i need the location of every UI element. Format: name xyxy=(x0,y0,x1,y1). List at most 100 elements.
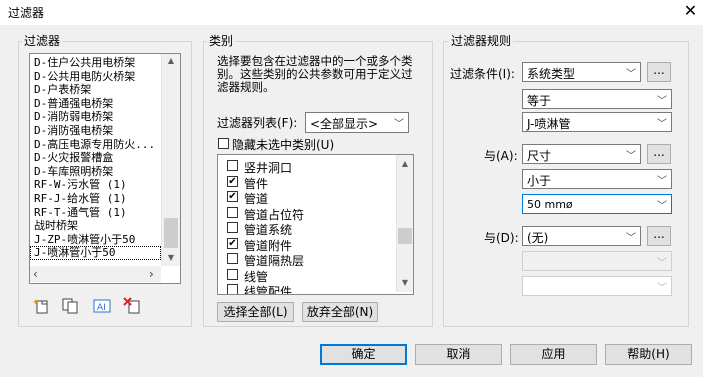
category-item[interactable]: 线管 xyxy=(218,267,396,284)
chevron-down-icon: ﹀ xyxy=(626,69,636,80)
chevron-down-icon: ﹀ xyxy=(657,258,667,269)
filter-list-item[interactable]: D-消防弱电桥架 xyxy=(30,110,161,124)
close-icon[interactable]: ✕ xyxy=(678,0,703,24)
chevron-down-icon: ﹀ xyxy=(657,96,667,107)
category-checkbox[interactable] xyxy=(227,253,238,264)
new-filter-icon[interactable]: ✦ xyxy=(31,297,51,315)
chevron-down-icon: ﹀ xyxy=(657,176,667,187)
category-checkbox-checked[interactable]: ✔ xyxy=(227,175,238,187)
and1-param-value: 尺寸 xyxy=(527,149,552,163)
filters-list[interactable]: D-住户公共用电桥架 D-公共用电防火桥架 D-户表桥架 D-普通强电桥架 D-消防弱电… xyxy=(29,53,181,284)
filter-list-item[interactable]: D-高压电源专用防火... xyxy=(30,138,161,152)
categories-list[interactable]: 竖井洞口 ✔ 管件 ✔ 管道 管道占位符 管道系统 ✔ 管道附件 管道隔热层 线管 线管配件 ▲ ▼ xyxy=(217,154,414,295)
scroll-up-icon[interactable]: ▲ xyxy=(397,157,413,171)
chevron-down-icon: ﹀ xyxy=(394,119,404,130)
category-item[interactable]: ✔ 管道附件 xyxy=(218,236,396,253)
and1-param-browse-button[interactable]: ... xyxy=(647,144,671,164)
category-item[interactable]: 管道隔热层 xyxy=(218,251,396,268)
filter-list-item[interactable]: RF-T-通气管 (1) xyxy=(30,206,161,220)
and1-operator-dropdown[interactable]: 小于 ﹀ xyxy=(522,169,672,189)
filter-list-item[interactable]: D-住户公共用电桥架 xyxy=(30,56,161,70)
filter-list-item[interactable]: J-喷淋管小于50 xyxy=(30,246,161,260)
cancel-button[interactable]: 取消 xyxy=(415,344,502,365)
category-item[interactable]: 管道占位符 xyxy=(218,205,396,222)
ok-button[interactable]: 确定 xyxy=(320,344,407,365)
title-bar: 过滤器 ✕ xyxy=(0,0,703,24)
category-item[interactable]: 管道系统 xyxy=(218,220,396,237)
condition-value-dropdown[interactable]: J-喷淋管 ﹀ xyxy=(522,112,672,132)
filter-list-dropdown[interactable]: <全部显示> ﹀ xyxy=(305,112,409,133)
window-title: 过滤器 xyxy=(8,6,45,20)
condition-param-dropdown[interactable]: 系统类型 ﹀ xyxy=(522,62,641,82)
svg-text:AI: AI xyxy=(97,303,106,313)
category-checkbox[interactable] xyxy=(227,284,238,294)
category-item[interactable]: 竖井洞口 xyxy=(218,158,396,175)
and1-label: 与(A): xyxy=(484,149,518,163)
filter-list-item[interactable]: D-车库照明桥架 xyxy=(30,165,161,179)
and2-param-dropdown[interactable]: (无) ﹀ xyxy=(522,226,641,246)
filters-horizontal-scrollbar[interactable]: ‹ › xyxy=(30,266,161,282)
chevron-down-icon: ﹀ xyxy=(657,119,667,130)
hide-unchecked-label: 隐藏未选中类别(U) xyxy=(232,138,335,152)
scroll-up-icon[interactable]: ▲ xyxy=(163,54,179,68)
scroll-thumb[interactable] xyxy=(398,228,412,244)
deselect-all-button[interactable]: 放弃全部(N) xyxy=(302,302,378,322)
and2-label: 与(D): xyxy=(484,231,519,245)
category-item[interactable]: ✔ 管道 xyxy=(218,189,396,206)
filter-list-item[interactable]: D-普通强电桥架 xyxy=(30,97,161,111)
chevron-down-icon: ﹀ xyxy=(657,201,667,212)
chevron-down-icon: ﹀ xyxy=(657,283,667,294)
title-divider xyxy=(0,24,703,25)
duplicate-filter-icon[interactable] xyxy=(60,297,80,315)
category-item[interactable]: 线管配件 xyxy=(218,282,396,295)
filter-list-item[interactable]: RF-W-污水管 (1) xyxy=(30,178,161,192)
categories-scrollbar[interactable]: ▲ ▼ xyxy=(396,155,413,292)
scroll-down-icon[interactable]: ▼ xyxy=(397,276,413,290)
and2-param-value: (无) xyxy=(527,231,549,245)
condition-param-value: 系统类型 xyxy=(527,67,576,81)
scroll-thumb[interactable] xyxy=(164,218,178,248)
chevron-down-icon: ﹀ xyxy=(626,151,636,162)
filter-list-item[interactable]: D-火灾报警槽盒 xyxy=(30,151,161,165)
scroll-down-icon[interactable]: ▼ xyxy=(163,251,179,265)
filter-list-item[interactable]: RF-J-给水管 (1) xyxy=(30,192,161,206)
scroll-left-icon[interactable]: ‹ xyxy=(33,267,38,281)
filter-list-item[interactable]: 战时桥架 xyxy=(30,219,161,233)
rules-group-label: 过滤器规则 xyxy=(449,34,514,48)
filter-list-item[interactable]: D-公共用电防火桥架 xyxy=(30,70,161,84)
category-checkbox[interactable] xyxy=(227,206,238,218)
delete-filter-icon[interactable] xyxy=(123,297,143,315)
category-checkbox-checked[interactable]: ✔ xyxy=(227,191,238,202)
filters-group-label: 过滤器 xyxy=(22,34,63,48)
condition-value-text: J-喷淋管 xyxy=(527,117,571,131)
categories-group-label: 类别 xyxy=(207,34,236,48)
categories-description: 选择要包含在过滤器中的一个或多个类别。这些类别的公共参数可用于定义过滤器规则。 xyxy=(217,54,413,94)
filters-vertical-scrollbar[interactable]: ▲ ▼ xyxy=(161,54,180,266)
help-button[interactable]: 帮助(H) xyxy=(605,344,692,365)
category-checkbox[interactable] xyxy=(227,268,238,280)
category-item[interactable]: ✔ 管件 xyxy=(218,174,396,191)
condition-operator-value: 等于 xyxy=(527,94,552,108)
rename-filter-icon[interactable]: AI xyxy=(92,297,112,315)
filter-list-item[interactable]: D-户表桥架 xyxy=(30,83,161,97)
and1-param-dropdown[interactable]: 尺寸 ﹀ xyxy=(522,144,641,164)
and1-value-combobox[interactable]: 50 mmø ﹀ xyxy=(522,194,672,214)
category-label: 线管配件 xyxy=(244,285,293,295)
and1-operator-value: 小于 xyxy=(527,174,552,188)
category-checkbox[interactable] xyxy=(227,160,238,171)
filter-list-item[interactable]: J-ZP-喷淋管小于50 xyxy=(30,233,161,247)
and2-param-browse-button[interactable]: ... xyxy=(647,226,671,246)
scroll-right-icon[interactable]: › xyxy=(149,267,154,281)
category-checkbox[interactable] xyxy=(227,222,238,233)
apply-button[interactable]: 应用 xyxy=(510,344,597,365)
svg-text:✦: ✦ xyxy=(32,298,40,308)
filter-list-label: 过滤器列表(F): xyxy=(217,116,298,130)
category-checkbox-checked[interactable]: ✔ xyxy=(227,237,238,249)
and2-operator-dropdown: ﹀ xyxy=(522,251,672,271)
and2-value-combobox: ﹀ xyxy=(522,276,672,296)
condition-operator-dropdown[interactable]: 等于 ﹀ xyxy=(522,89,672,109)
hide-unchecked-checkbox[interactable] xyxy=(218,138,229,149)
condition-param-browse-button[interactable]: ... xyxy=(647,62,671,82)
filter-list-item[interactable]: D-消防强电桥架 xyxy=(30,124,161,138)
select-all-button[interactable]: 选择全部(L) xyxy=(217,302,294,322)
